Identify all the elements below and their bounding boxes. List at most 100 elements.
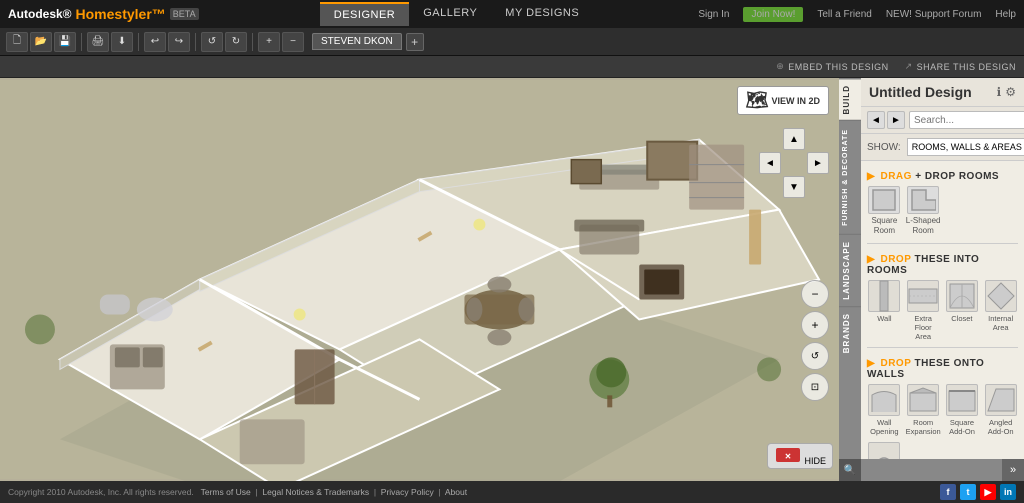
wall-opening-item[interactable]: WallOpening [867, 384, 902, 436]
undo-button[interactable]: ↩ [144, 32, 166, 52]
zoom-out-ctrl[interactable]: − [801, 280, 829, 308]
curve-wall-icon [869, 445, 899, 459]
wall-item[interactable]: Wall [867, 280, 902, 341]
share-link[interactable]: ↗ SHARE THIS DESIGN [905, 61, 1016, 72]
new-button[interactable]: 🗋 [6, 32, 28, 52]
zoom-in-ctrl[interactable]: + [801, 311, 829, 339]
search-toggle[interactable]: 🔍 [839, 459, 861, 481]
canvas-area[interactable]: 🗺 VIEW IN 2D ▲ ◄ ► ▼ − + ↺ ⊡ [0, 78, 839, 481]
tab-designer[interactable]: DESIGNER [320, 2, 409, 26]
redo-button[interactable]: ↪ [168, 32, 190, 52]
design-settings-icon[interactable]: ⚙ [1005, 85, 1016, 99]
search-input[interactable] [909, 111, 1024, 129]
tab-landscape[interactable]: LANDSCAPE [839, 234, 861, 306]
square-addon-label: SquareAdd-On [949, 418, 975, 436]
facebook-icon[interactable]: f [940, 484, 956, 500]
history-forward[interactable]: ► [887, 111, 905, 129]
rotate-cw-button[interactable]: ↻ [225, 32, 247, 52]
square-room-item[interactable]: SquareRoom [867, 186, 902, 235]
user-tab[interactable]: STEVEN DKON [312, 33, 402, 50]
twitter-icon[interactable]: t [960, 484, 976, 500]
internal-area-item[interactable]: InternalArea [983, 280, 1018, 341]
wall-opening-shape [868, 384, 900, 416]
design-info-icon[interactable]: ℹ [997, 85, 1002, 99]
save-button[interactable]: 💾 [54, 32, 76, 52]
sign-in-link[interactable]: Sign In [698, 9, 729, 20]
print-button[interactable]: 🖨 [87, 32, 109, 52]
support-forum-link[interactable]: NEW! Support Forum [886, 9, 982, 20]
about-link[interactable]: About [445, 487, 467, 497]
history-back[interactable]: ◄ [867, 111, 885, 129]
history-buttons: ◄ ► [867, 111, 905, 129]
wall-opening-icon [869, 387, 899, 413]
square-addon-item[interactable]: SquareAdd-On [945, 384, 980, 436]
view-controls: − + ↺ ⊡ [801, 280, 829, 401]
l-shaped-room-label: L-ShapedRoom [906, 216, 941, 235]
curve-wall-item[interactable]: CurveWall [867, 442, 902, 459]
footer: Copyright 2010 Autodesk, Inc. All rights… [0, 481, 1024, 503]
youtube-icon[interactable]: ▶ [980, 484, 996, 500]
open-button[interactable]: 📂 [30, 32, 52, 52]
toolbar-sep-2 [138, 33, 139, 51]
add-tab-button[interactable]: + [406, 33, 424, 51]
hide-label: HIDE [804, 456, 826, 466]
nav-down-button[interactable]: ▼ [783, 176, 805, 198]
nav-row-top: ▲ [783, 128, 805, 150]
closet-item[interactable]: Closet [945, 280, 980, 341]
extra-floor-shape [907, 280, 939, 312]
embed-link[interactable]: ⊕ EMBED THIS DESIGN [776, 61, 888, 72]
privacy-link[interactable]: Privacy Policy [381, 487, 434, 497]
terms-link[interactable]: Terms of Use [201, 487, 251, 497]
extra-floor-icon [908, 286, 938, 306]
nav-center [783, 152, 805, 174]
tab-brands[interactable]: BRANDS [839, 306, 861, 359]
rotate-ccw-button[interactable]: ↺ [201, 32, 223, 52]
top-navigation: Autodesk® Homestyler™ BETA DESIGNER GALL… [0, 0, 1024, 28]
download-button[interactable]: ⬇ [111, 32, 133, 52]
angled-addon-shape [985, 384, 1017, 416]
homestyler-label: Homestyler™ [76, 6, 166, 22]
view-2d-button[interactable]: 🗺 VIEW IN 2D [737, 86, 829, 115]
divider-2 [867, 347, 1018, 348]
extra-floor-item[interactable]: Extra FloorArea [906, 280, 941, 341]
linkedin-icon[interactable]: in [1000, 484, 1016, 500]
tab-my-designs[interactable]: MY DESIGNS [491, 2, 593, 26]
hide-icon: ✕ [774, 446, 802, 464]
room-expansion-shape [907, 384, 939, 416]
tab-build[interactable]: BUILD [839, 78, 861, 120]
room-expansion-item[interactable]: RoomExpansion [906, 384, 941, 436]
tab-furnish[interactable]: FURNISH & DECORATE [839, 120, 861, 234]
into-rooms-grid: Wall Extra FloorArea [867, 280, 1018, 341]
copyright-text: Copyright 2010 Autodesk, Inc. All rights… [8, 487, 467, 497]
drag-drop-rooms-heading: ▶ DRAG + DROP ROOMS [867, 165, 1018, 186]
nav-right-button[interactable]: ► [807, 152, 829, 174]
drop-onto-walls-heading: ▶ DROP THESE ONTO WALLS [867, 352, 1018, 384]
drop-into-rooms-heading: ▶ DROP THESE INTO ROOMS [867, 248, 1018, 280]
design-header: Untitled Design ℹ ⚙ [861, 78, 1024, 107]
tell-friend-link[interactable]: Tell a Friend [817, 9, 871, 20]
tab-gallery[interactable]: GALLERY [409, 2, 491, 26]
blueprint-icon: 🗺 [746, 90, 769, 111]
design-title: Untitled Design [869, 84, 972, 100]
extra-floor-label: Extra FloorArea [906, 314, 941, 341]
drop-into-text: DROP [880, 254, 911, 265]
angled-addon-item[interactable]: AngledAdd-On [983, 384, 1018, 436]
drop-onto-text: DROP [880, 358, 911, 369]
collapse-button[interactable]: » [1002, 459, 1024, 481]
join-now-button[interactable]: Join Now! [743, 7, 803, 22]
right-panel: BUILD FURNISH & DECORATE LANDSCAPE BRAND… [839, 78, 1024, 481]
zoom-out-button[interactable]: − [282, 32, 304, 52]
main-content: 🗺 VIEW IN 2D ▲ ◄ ► ▼ − + ↺ ⊡ [0, 78, 1024, 481]
zoom-in-button[interactable]: + [258, 32, 280, 52]
drag-text: DRAG [880, 171, 911, 182]
nav-up-button[interactable]: ▲ [783, 128, 805, 150]
legal-link[interactable]: Legal Notices & Trademarks [262, 487, 369, 497]
help-link[interactable]: Help [995, 9, 1016, 20]
hide-panel-button[interactable]: ✕ HIDE [767, 443, 833, 469]
nav-left-button[interactable]: ◄ [759, 152, 781, 174]
divider-1 [867, 243, 1018, 244]
reset-view-ctrl[interactable]: ⊡ [801, 373, 829, 401]
show-select[interactable]: ROOMS, WALLS & AREAS ROOMS ONLY WALLS ON… [907, 138, 1024, 156]
l-shaped-room-item[interactable]: L-ShapedRoom [906, 186, 941, 235]
rotate-view-ctrl[interactable]: ↺ [801, 342, 829, 370]
